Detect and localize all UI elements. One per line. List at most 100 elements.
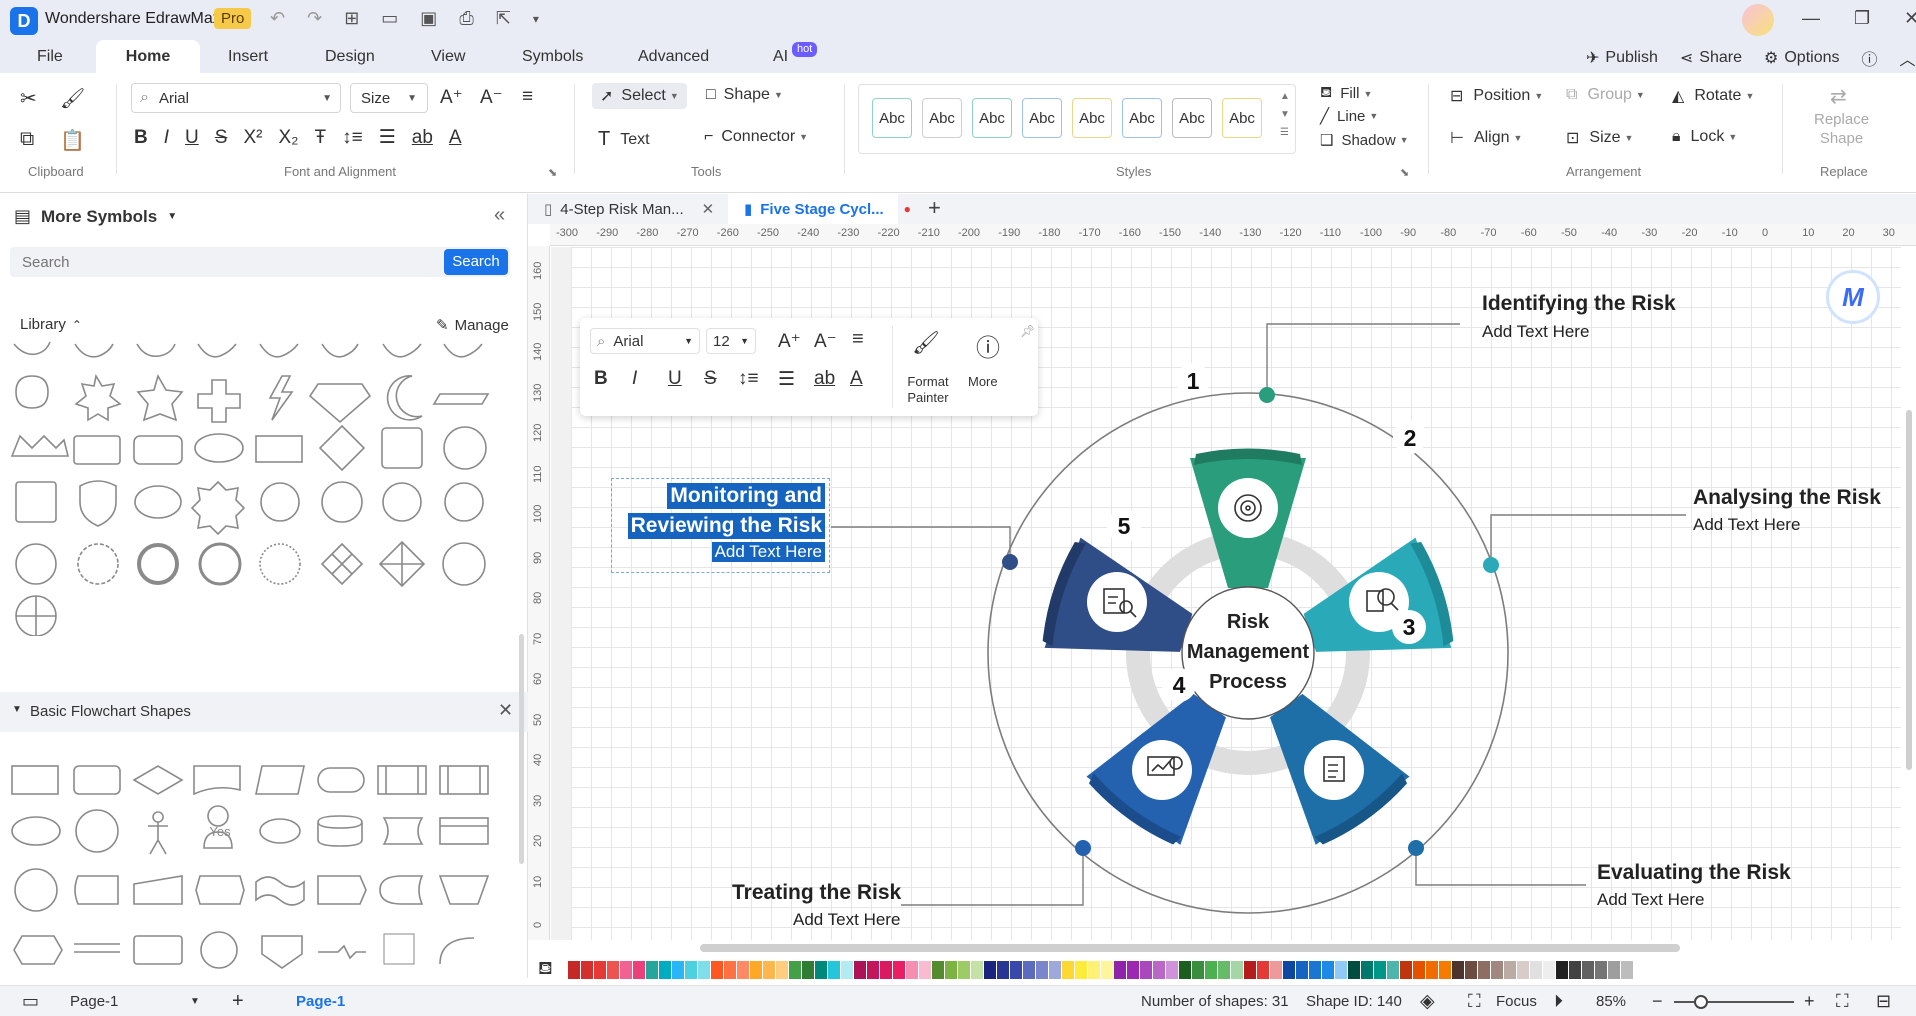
replace-shape-button[interactable]: Replace Shape (1814, 110, 1869, 148)
symbol-shape[interactable] (136, 373, 184, 422)
symbol-shape[interactable] (379, 875, 424, 905)
search-button[interactable]: Search (444, 249, 508, 275)
symbol-shape[interactable] (11, 816, 61, 846)
increase-font-icon[interactable]: A⁺ (440, 86, 463, 109)
close-section-icon[interactable]: ✕ (498, 700, 513, 721)
color-swatch[interactable] (880, 961, 892, 979)
library-toggle[interactable]: Library ⌃ (20, 316, 82, 333)
symbol-shape[interactable] (443, 343, 483, 358)
color-swatch[interactable] (1309, 961, 1321, 979)
color-swatch[interactable] (711, 961, 723, 979)
step-title[interactable]: Treating the Risk (732, 881, 901, 905)
style-swatch[interactable]: Abc (1072, 98, 1112, 138)
color-swatch[interactable] (958, 961, 970, 979)
chevron-down-icon[interactable]: ▼ (190, 986, 200, 1016)
redo-icon[interactable]: ↷ (307, 8, 322, 29)
color-swatch[interactable] (1296, 961, 1308, 979)
page-select[interactable]: Page-1 (70, 986, 118, 1016)
color-swatch[interactable] (1010, 961, 1022, 979)
color-swatch[interactable] (659, 961, 671, 979)
style-swatch[interactable]: Abc (1122, 98, 1162, 138)
shadow-button[interactable]: ❑ Shadow ▼ (1320, 131, 1409, 150)
strikethrough-icon[interactable]: S (215, 127, 228, 149)
color-swatch[interactable] (1504, 961, 1516, 979)
style-swatch[interactable]: Abc (922, 98, 962, 138)
symbol-shape[interactable] (381, 427, 423, 469)
step-title[interactable]: Analysing the Risk (1693, 486, 1881, 510)
avatar[interactable] (1742, 4, 1774, 36)
section-header[interactable]: ▼ Basic Flowchart Shapes ✕ (0, 692, 528, 732)
symbol-shape[interactable] (268, 375, 294, 421)
color-swatch[interactable] (1257, 961, 1269, 979)
color-swatch[interactable] (1452, 961, 1464, 979)
color-swatch[interactable] (568, 961, 580, 979)
symbol-shape[interactable] (190, 480, 246, 536)
bold-icon[interactable]: B (134, 127, 148, 149)
fill-button[interactable]: ⛾ Fill ▼ (1320, 84, 1372, 103)
save-icon[interactable]: ▣ (420, 8, 437, 29)
color-swatch[interactable] (1413, 961, 1425, 979)
expand-icon[interactable]: ⬊ (548, 166, 557, 179)
color-swatch[interactable] (971, 961, 983, 979)
symbol-shape[interactable] (444, 482, 484, 522)
symbol-shape[interactable] (439, 937, 475, 965)
color-swatch[interactable] (1439, 961, 1451, 979)
color-swatch[interactable] (984, 961, 996, 979)
copy-icon[interactable]: ⧉ (20, 128, 34, 151)
decrease-font-icon[interactable]: A⁻ (814, 330, 837, 353)
symbol-shape[interactable] (438, 875, 490, 905)
symbol-shape[interactable] (11, 765, 59, 795)
zoom-out-icon[interactable]: − (1652, 986, 1663, 1016)
color-swatch[interactable] (1205, 961, 1217, 979)
font-size-select[interactable]: 12 ▼ (706, 328, 756, 354)
tab-design[interactable]: Design (325, 40, 375, 73)
selected-text-box[interactable]: Monitoring and Reviewing the Risk Add Te… (611, 478, 830, 573)
step-subtitle[interactable]: Add Text Here (1482, 322, 1589, 342)
italic-icon[interactable]: I (164, 127, 169, 149)
color-swatch[interactable] (1400, 961, 1412, 979)
symbol-shape[interactable] (133, 435, 183, 465)
color-swatch[interactable] (1478, 961, 1490, 979)
color-swatch[interactable] (867, 961, 879, 979)
symbol-shape[interactable] (260, 482, 300, 522)
font-size-select[interactable]: Size ▼ (350, 83, 428, 113)
symbol-shape[interactable] (74, 943, 120, 953)
color-swatch[interactable] (1166, 961, 1178, 979)
step-subtitle[interactable]: Add Text Here (1693, 515, 1800, 535)
rotate-button[interactable]: ◭ Rotate ▼ (1672, 86, 1754, 106)
symbol-shape[interactable] (317, 875, 367, 905)
color-swatch[interactable] (1049, 961, 1061, 979)
paste-icon[interactable]: 📋 (60, 128, 85, 153)
color-swatch[interactable] (1595, 961, 1607, 979)
connector-button[interactable]: ⌐ Connector ▼ (704, 128, 808, 146)
symbol-shape[interactable] (320, 542, 364, 586)
restore-icon[interactable]: ❐ (1854, 8, 1870, 29)
decrease-font-icon[interactable]: A⁻ (480, 86, 503, 109)
connection-dot[interactable] (1259, 387, 1275, 403)
color-swatch[interactable] (1231, 961, 1243, 979)
color-swatch[interactable] (1491, 961, 1503, 979)
symbol-shape[interactable] (255, 435, 303, 463)
color-swatch[interactable] (1335, 961, 1347, 979)
symbol-shape[interactable] (133, 935, 183, 965)
select-button[interactable]: ➚ Select ▼ (592, 83, 687, 109)
cut-icon[interactable]: ✂ (20, 86, 37, 111)
symbol-shape[interactable] (148, 811, 168, 855)
color-swatch[interactable] (672, 961, 684, 979)
symbol-shape[interactable] (317, 815, 363, 847)
symbol-shape[interactable] (74, 343, 114, 358)
more-symbols-header[interactable]: ▤ More Symbols ▼ (14, 206, 177, 227)
connection-dot[interactable] (1075, 840, 1091, 856)
color-swatch[interactable] (997, 961, 1009, 979)
color-swatch[interactable] (906, 961, 918, 979)
symbol-shape[interactable] (198, 542, 242, 586)
text-align-icon[interactable]: ≡ (852, 328, 864, 351)
symbol-shape[interactable] (15, 375, 49, 409)
styles-scroll-icon[interactable]: ▲ ▼ ☰ (1280, 88, 1290, 142)
color-swatch[interactable] (1569, 961, 1581, 979)
color-swatch[interactable] (698, 961, 710, 979)
color-swatch[interactable] (854, 961, 866, 979)
style-swatch[interactable]: Abc (1172, 98, 1212, 138)
fit-page-icon[interactable]: ⛶ (1836, 986, 1849, 1016)
connector-line[interactable] (901, 848, 1084, 906)
